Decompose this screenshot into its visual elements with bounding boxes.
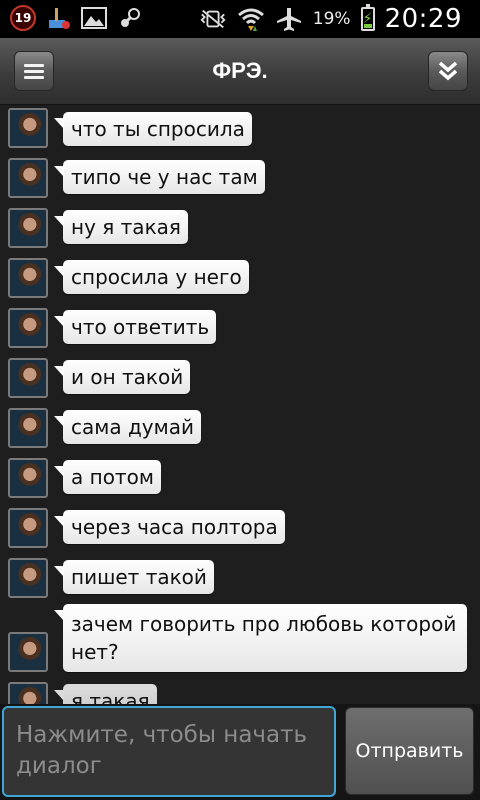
battery-charging-icon: ⚡ bbox=[360, 4, 375, 31]
message-bubble: а потом bbox=[54, 460, 161, 494]
image-icon bbox=[80, 5, 108, 31]
airplane-icon bbox=[275, 6, 303, 32]
contact-avatar[interactable] bbox=[8, 558, 48, 598]
message-bubble: пишет такой bbox=[54, 560, 214, 594]
notification-badge-icon: 19 bbox=[10, 5, 36, 31]
send-button[interactable]: Отправить bbox=[345, 707, 474, 795]
contact-avatar[interactable] bbox=[8, 682, 48, 704]
message-bubble: типо че у нас там bbox=[54, 160, 265, 194]
message-input[interactable]: Нажмите, чтобы начать диалог bbox=[2, 706, 336, 797]
message-bubble: я такая bbox=[54, 684, 157, 704]
contact-avatar[interactable] bbox=[8, 258, 48, 298]
message-bubble: через часа полтора bbox=[54, 510, 285, 544]
menu-icon bbox=[24, 61, 44, 82]
contact-avatar[interactable] bbox=[8, 508, 48, 548]
vibrate-icon bbox=[199, 6, 227, 32]
status-bar: 19 19% ⚡ 20:29 bbox=[0, 0, 480, 38]
contact-avatar[interactable] bbox=[8, 458, 48, 498]
double-chevron-down-icon bbox=[438, 61, 458, 81]
composer: Нажмите, чтобы начать диалог Отправить bbox=[0, 704, 480, 800]
contact-avatar[interactable] bbox=[8, 208, 48, 248]
broom-icon bbox=[44, 5, 72, 31]
menu-button[interactable] bbox=[14, 51, 54, 91]
contact-avatar[interactable] bbox=[8, 358, 48, 398]
conversation-header: ФРЭ. bbox=[0, 38, 480, 105]
message-bubble: зачем говорить про любовь которой нет? bbox=[54, 604, 467, 672]
battery-percent: 19% bbox=[312, 9, 351, 29]
clock: 20:29 bbox=[384, 4, 462, 34]
contact-name: ФРЭ. bbox=[212, 58, 268, 83]
message-bubble: и он такой bbox=[53, 360, 191, 394]
contact-avatar[interactable] bbox=[8, 408, 48, 448]
contact-avatar[interactable] bbox=[8, 158, 48, 198]
message-bubble: что ты спросила bbox=[54, 112, 252, 146]
contact-avatar[interactable] bbox=[8, 308, 48, 348]
steam-icon bbox=[116, 5, 144, 31]
contact-avatar[interactable] bbox=[8, 632, 48, 672]
message-list[interactable]: что ты спросила типо че у нас там ну я т… bbox=[0, 104, 480, 704]
message-bubble: спросила у него bbox=[54, 260, 249, 294]
message-bubble: ну я такая bbox=[54, 210, 188, 244]
wifi-icon bbox=[237, 6, 265, 32]
message-bubble: сама думай bbox=[54, 410, 201, 444]
contact-avatar[interactable] bbox=[8, 108, 48, 148]
scroll-down-button[interactable] bbox=[428, 51, 468, 91]
message-bubble: что ответить bbox=[53, 310, 217, 344]
